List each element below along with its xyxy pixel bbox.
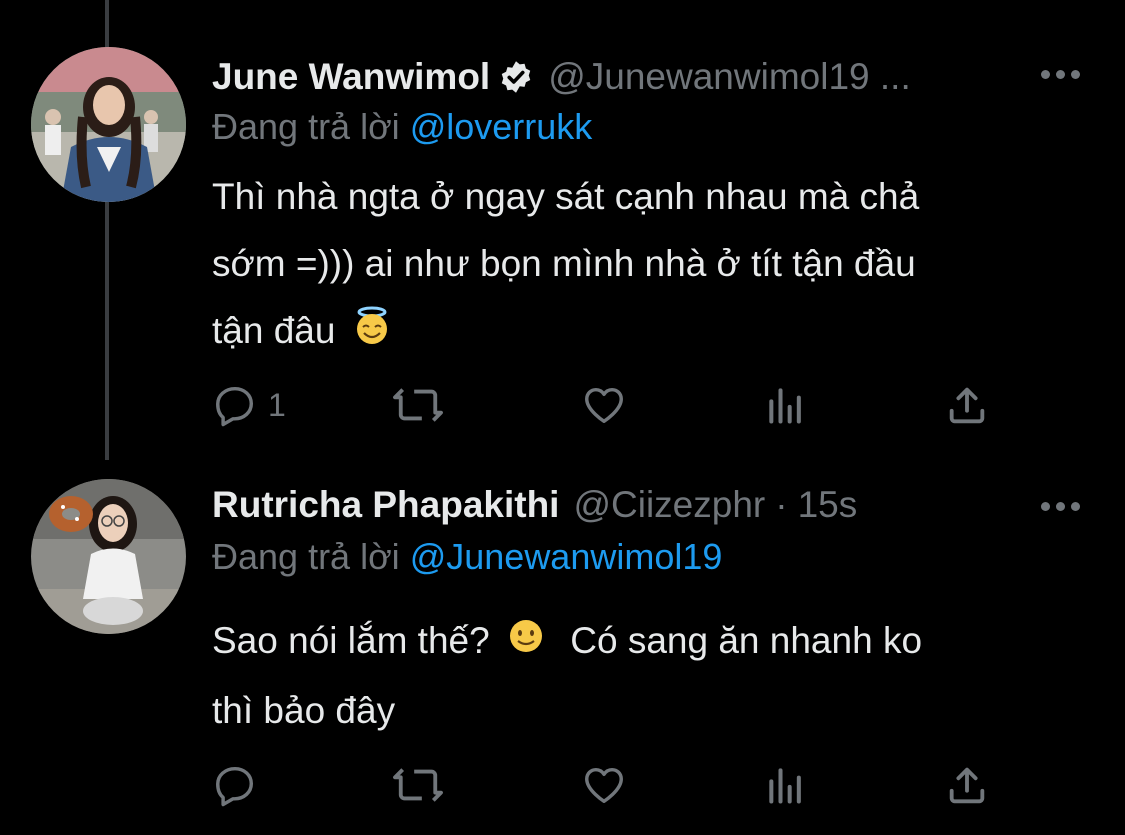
replying-prefix: Đang trả lời	[212, 536, 400, 577]
tweet-text-line: thì bảo đây	[212, 689, 396, 731]
tweet-rutricha[interactable]: Rutricha Phapakithi @Ciizezphr · 15s Đan…	[0, 465, 1125, 835]
more-icon[interactable]	[1041, 496, 1085, 516]
retweet-button[interactable]	[390, 380, 446, 430]
tweet-header: June Wanwimol @Junewanwimol19 ...	[212, 52, 911, 102]
like-button[interactable]	[580, 760, 628, 810]
tweet-text-line: Thì nhà ngta ở ngay sát cạnh nhau mà chả	[212, 176, 920, 217]
views-button[interactable]	[764, 380, 808, 430]
tweet-text-segment: Sao nói lắm thế?	[212, 620, 490, 661]
reply-icon	[216, 766, 254, 807]
display-name[interactable]: June Wanwimol	[212, 56, 490, 98]
reply-button[interactable]: 1	[212, 380, 286, 430]
views-icon	[769, 768, 801, 804]
separator: ·	[775, 484, 788, 525]
tweet-text-segment: tận đâu	[212, 310, 336, 351]
like-icon	[585, 767, 623, 804]
tweet-text-segment: Có sang ăn nhanh ko	[570, 620, 923, 661]
display-name[interactable]: Rutricha Phapakithi	[212, 484, 559, 526]
retweet-icon	[393, 388, 443, 422]
tweet-actions	[212, 760, 1002, 810]
reply-count: 1	[268, 386, 286, 423]
replying-mention-link[interactable]: @Junewanwimol19	[410, 536, 723, 577]
views-icon	[769, 388, 801, 424]
avatar[interactable]	[31, 47, 186, 202]
user-handle[interactable]: @Junewanwimol19 ...	[548, 56, 911, 98]
tweet-header: Rutricha Phapakithi @Ciizezphr · 15s	[212, 480, 857, 530]
avatar[interactable]	[31, 479, 186, 634]
like-icon	[585, 387, 623, 424]
views-button[interactable]	[764, 760, 808, 810]
tweet-text-line: Sao nói lắm thế? Có sang ăn nhanh ko	[212, 607, 1092, 677]
user-handle[interactable]: @Ciizezphr	[573, 484, 765, 526]
retweet-icon	[393, 768, 443, 802]
reply-icon	[216, 386, 254, 427]
reply-button[interactable]	[212, 760, 268, 810]
replying-mention-link[interactable]: @loverrukk	[410, 106, 593, 147]
timestamp[interactable]: 15s	[798, 484, 858, 526]
more-icon[interactable]	[1041, 64, 1085, 84]
verified-badge-icon	[498, 59, 534, 95]
share-button[interactable]	[944, 760, 990, 810]
slightly-smiling-face-icon	[506, 610, 546, 677]
tweet-june[interactable]: June Wanwimol @Junewanwimol19 ... Đang t…	[0, 0, 1125, 465]
tweet-text: Thì nhà ngta ở ngay sát cạnh nhau mà chả…	[212, 163, 1092, 367]
smiling-face-with-halo-icon	[352, 300, 392, 367]
share-icon	[949, 767, 985, 804]
share-button[interactable]	[944, 380, 990, 430]
tweet-text: Sao nói lắm thế? Có sang ăn nhanh ko thì…	[212, 607, 1092, 744]
replying-to: Đang trả lời @loverrukk	[212, 106, 592, 148]
share-icon	[949, 387, 985, 424]
tweet-text-line: sớm =))) ai như bọn mình nhà ở tít tận đ…	[212, 243, 916, 284]
like-button[interactable]	[580, 380, 628, 430]
tweet-text-line: tận đâu	[212, 297, 1092, 367]
replying-to: Đang trả lời @Junewanwimol19	[212, 536, 722, 578]
retweet-button[interactable]	[390, 760, 446, 810]
tweet-actions: 1	[212, 380, 1002, 430]
replying-prefix: Đang trả lời	[212, 106, 400, 147]
